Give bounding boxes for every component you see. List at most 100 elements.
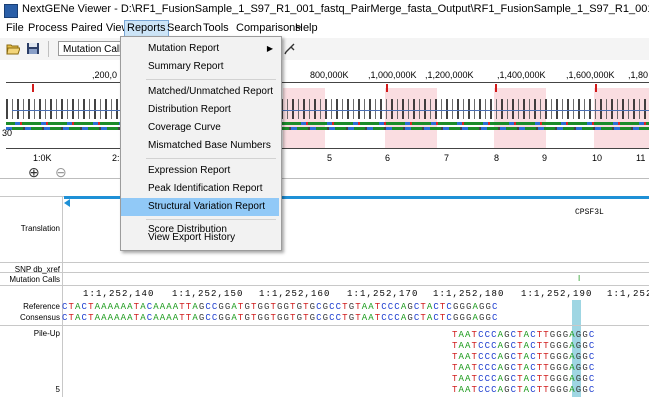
index-axis-line: [6, 148, 649, 149]
marker: [595, 84, 597, 92]
menu-item-mismatched-base-numbers[interactable]: Mismatched Base Numbers: [121, 137, 279, 155]
menu-item-label: Matched/Unmatched Report: [148, 86, 274, 97]
axis-tick-label: ,1,000,000K: [368, 70, 417, 80]
index-label: 9: [542, 153, 548, 163]
zoom-in-icon[interactable]: ⊕: [28, 164, 40, 181]
overview-axis: ,200,0 800,000K ,1,000,000K ,1,200,000K …: [0, 70, 649, 82]
pileup-label: Pile-Up: [33, 329, 60, 338]
index-label: 6: [385, 153, 391, 163]
menu-separator: [146, 79, 276, 80]
menu-process[interactable]: Process: [26, 22, 70, 34]
axis-tick-label: ,1,80: [628, 70, 649, 80]
overview-left-value: 30: [2, 128, 13, 138]
reference-label: Reference: [23, 302, 60, 311]
zoom-out-icon[interactable]: ⊖: [55, 164, 67, 181]
position-label: 1:1,252,150: [172, 289, 244, 299]
base: C: [588, 363, 596, 373]
axis-tick-label: 800,000K: [310, 70, 349, 80]
menu-item-expression-report[interactable]: Expression Report: [121, 162, 279, 180]
pileup-read: TAATCCCAGCTACTTGGGAGGC: [452, 341, 595, 351]
base: C: [588, 352, 596, 362]
menu-item-summary-report[interactable]: Summary Report: [121, 58, 279, 76]
submenu-arrow-icon: ▶: [266, 44, 273, 53]
index-label: 7: [444, 153, 450, 163]
menu-tools[interactable]: Tools: [201, 22, 231, 34]
marker: [495, 84, 497, 92]
coverage-track: [6, 99, 649, 119]
menu-reports[interactable]: Reports: [124, 20, 169, 37]
gene-name: CPSF3L: [575, 208, 604, 217]
index-label: 5: [327, 153, 333, 163]
menu-item-label: Peak Identification Report: [148, 183, 263, 194]
axis-tick-label: ,1,200,000K: [425, 70, 474, 80]
base: C: [492, 302, 499, 312]
pileup-read: TAATCCCAGCTACTTGGGAGGC: [452, 385, 595, 395]
menu-paired-view[interactable]: Paired View: [69, 22, 132, 34]
consensus-sequence: CTACTAAAAAATACAAAATTAGCCGGATGTGGTGGTGTGC…: [62, 313, 499, 323]
menu-separator: [146, 158, 276, 159]
menu-search[interactable]: Search: [165, 22, 204, 34]
axis-tick-label: ,1,600,000K: [566, 70, 615, 80]
menu-item-peak-identification-report[interactable]: Peak Identification Report: [121, 180, 279, 198]
menu-item-label: Mismatched Base Numbers: [148, 140, 271, 151]
position-label: 1:1,252,190: [521, 289, 593, 299]
pileup-read: TAATCCCAGCTACTTGGGAGGC: [452, 374, 595, 384]
position-label: 1:1,252,170: [347, 289, 419, 299]
marker: [32, 84, 34, 92]
menu-item-structural-variation-report[interactable]: Structural Variation Report: [121, 198, 279, 216]
menu-item-view-export-history[interactable]: View Export History: [121, 229, 279, 247]
section-divider: [0, 262, 649, 263]
read-track: [6, 122, 649, 125]
menu-bar: File Process Paired View Reports Search …: [0, 20, 649, 38]
base: C: [588, 341, 596, 351]
base: C: [588, 330, 596, 340]
consensus-label: Consensus: [19, 313, 60, 322]
read-track: [6, 127, 649, 130]
menu-separator: [146, 219, 276, 220]
save-icon[interactable]: [26, 42, 40, 55]
section-divider: [0, 285, 649, 286]
menu-item-label: Structural Variation Report: [148, 201, 266, 212]
section-divider: [0, 272, 649, 273]
reports-menu: Mutation Report ▶ Summary Report Matched/…: [120, 36, 282, 251]
window-title: NextGENe Viewer - D:\RF1_FusionSample_1_…: [22, 3, 649, 15]
menu-item-label: Summary Report: [148, 61, 224, 72]
marker: [386, 84, 388, 92]
base: C: [492, 313, 499, 323]
menu-item-mutation-report[interactable]: Mutation Report ▶: [121, 40, 279, 58]
menu-file[interactable]: File: [4, 22, 26, 34]
pileup-count: 5: [55, 385, 60, 394]
axis-tick-label: ,1,400,000K: [497, 70, 546, 80]
menu-item-coverage-curve[interactable]: Coverage Curve: [121, 119, 279, 137]
pileup-read: TAATCCCAGCTACTTGGGAGGC: [452, 363, 595, 373]
axis-tick-label: ,200,0: [92, 70, 118, 80]
menu-item-label: Coverage Curve: [148, 122, 221, 133]
translation-label: Translation: [20, 224, 60, 233]
menu-help[interactable]: Help: [293, 22, 320, 34]
index-label: 8: [494, 153, 500, 163]
menu-item-label: View Export History: [148, 232, 236, 243]
position-label: 1:1,252,140: [83, 289, 155, 299]
toolbar-divider: [48, 41, 49, 57]
app-icon: [4, 4, 18, 18]
position-label: 1:1,252: [607, 289, 649, 299]
pileup-read: TAATCCCAGCTACTTGGGAGGC: [452, 352, 595, 362]
menu-item-label: Distribution Report: [148, 104, 231, 115]
toolbar: Mutation Call: [0, 38, 649, 61]
index-label: 10: [592, 153, 603, 163]
base: C: [588, 385, 596, 395]
index-label: 1:0K: [33, 153, 52, 163]
index-label: 11: [636, 153, 646, 163]
overview-axis-line: [6, 82, 649, 83]
open-folder-icon[interactable]: [6, 42, 20, 55]
tool-icon[interactable]: [284, 42, 298, 55]
position-label: 1:1,252,180: [433, 289, 505, 299]
menu-item-distribution-report[interactable]: Distribution Report: [121, 101, 279, 119]
index-label: 2:: [112, 153, 120, 163]
section-divider: [0, 325, 649, 326]
pileup-read: TAATCCCAGCTACTTGGGAGGC: [452, 330, 595, 340]
title-bar: NextGENe Viewer - D:\RF1_FusionSample_1_…: [0, 0, 649, 21]
menu-item-matched-unmatched-report[interactable]: Matched/Unmatched Report: [121, 83, 279, 101]
mutation-marker: I: [578, 274, 581, 283]
direction-arrow-icon: [64, 199, 70, 207]
